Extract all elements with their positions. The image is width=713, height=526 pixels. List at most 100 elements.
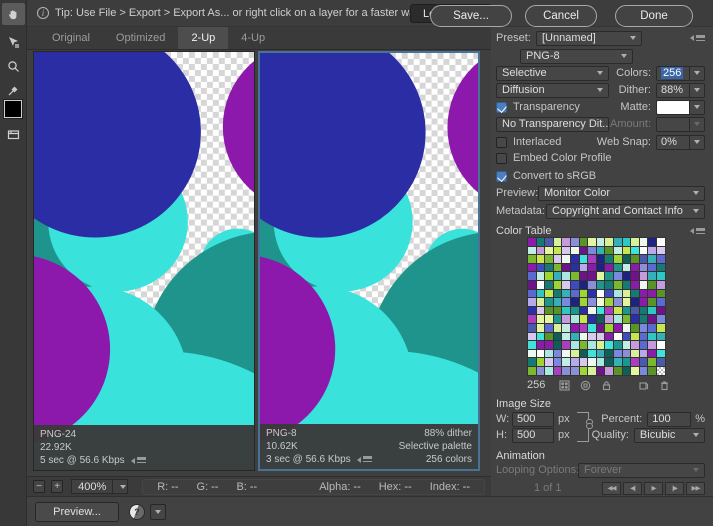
color-swatch[interactable] <box>648 366 656 375</box>
color-swatch[interactable] <box>545 263 553 272</box>
color-swatch[interactable] <box>553 246 562 255</box>
color-swatch[interactable] <box>588 358 596 366</box>
cancel-button[interactable]: Cancel <box>525 5 597 27</box>
color-swatch[interactable] <box>553 332 562 341</box>
color-swatch[interactable] <box>545 289 553 298</box>
color-swatch[interactable] <box>588 280 596 289</box>
color-swatch[interactable] <box>536 306 545 315</box>
color-swatch[interactable] <box>596 289 605 298</box>
color-swatch[interactable] <box>656 238 665 246</box>
color-swatch[interactable] <box>648 272 656 280</box>
download-speed-menu-icon[interactable] <box>356 456 372 463</box>
color-swatch[interactable] <box>579 238 588 246</box>
color-swatch[interactable] <box>588 341 596 349</box>
color-swatch[interactable] <box>605 289 613 298</box>
color-swatch[interactable] <box>536 323 545 332</box>
color-swatch[interactable] <box>648 246 656 255</box>
color-swatch[interactable] <box>553 358 562 366</box>
color-swatch[interactable] <box>631 272 639 280</box>
color-swatch[interactable] <box>579 332 588 341</box>
color-swatch[interactable] <box>570 255 579 263</box>
color-swatch[interactable] <box>579 349 588 358</box>
interlaced-checkbox[interactable] <box>496 136 507 148</box>
color-swatch[interactable] <box>545 358 553 366</box>
color-swatch[interactable] <box>579 280 588 289</box>
color-swatch[interactable] <box>631 341 639 349</box>
transparency-dither-dropdown[interactable]: No Transparency Dit... <box>496 116 609 132</box>
color-swatch[interactable] <box>579 272 588 280</box>
color-swatch[interactable] <box>639 246 648 255</box>
done-button[interactable]: Done <box>615 5 693 27</box>
color-swatch[interactable] <box>656 263 665 272</box>
color-swatch[interactable] <box>656 298 665 306</box>
color-swatch[interactable] <box>605 255 613 263</box>
color-swatch[interactable] <box>545 315 553 323</box>
color-swatch[interactable] <box>596 298 605 306</box>
color-swatch[interactable] <box>656 315 665 323</box>
color-swatch[interactable] <box>613 289 622 298</box>
color-swatch[interactable] <box>631 315 639 323</box>
color-swatch[interactable] <box>613 280 622 289</box>
color-swatch[interactable] <box>579 255 588 263</box>
color-swatch[interactable] <box>536 280 545 289</box>
color-swatch[interactable] <box>613 272 622 280</box>
color-swatch[interactable] <box>596 349 605 358</box>
optimize-menu-icon[interactable] <box>690 34 705 42</box>
zoom-in-button[interactable]: + <box>51 480 64 493</box>
color-swatch[interactable] <box>570 315 579 323</box>
color-swatch[interactable] <box>553 263 562 272</box>
color-swatch[interactable] <box>656 341 665 349</box>
color-swatch[interactable] <box>536 263 545 272</box>
quality-dropdown[interactable]: Bicubic <box>633 427 705 443</box>
convert-srgb-checkbox[interactable] <box>496 170 507 182</box>
color-swatch[interactable] <box>656 272 665 280</box>
color-swatch[interactable] <box>536 246 545 255</box>
color-swatch[interactable] <box>553 255 562 263</box>
color-swatch[interactable] <box>553 366 562 375</box>
color-swatch[interactable] <box>562 280 570 289</box>
color-swatch[interactable] <box>648 289 656 298</box>
color-swatch[interactable] <box>631 358 639 366</box>
browser-select-dropdown[interactable] <box>150 504 166 520</box>
color-swatch[interactable] <box>528 358 536 366</box>
color-swatch[interactable] <box>596 238 605 246</box>
color-swatch[interactable] <box>622 263 631 272</box>
original-pane[interactable]: PNG-24 22.92K 5 sec @ 56.6 Kbps <box>33 51 255 471</box>
first-frame-button[interactable]: ◀◀ <box>602 481 621 495</box>
color-swatch[interactable] <box>639 298 648 306</box>
color-swatch[interactable] <box>631 306 639 315</box>
color-swatch[interactable] <box>570 272 579 280</box>
color-swatch[interactable] <box>545 341 553 349</box>
color-swatch[interactable] <box>562 341 570 349</box>
color-swatch[interactable] <box>631 366 639 375</box>
optimized-pane[interactable]: PNG-8 10.62K 3 sec @ 56.6 Kbps 88% dithe… <box>258 51 480 471</box>
color-swatch[interactable] <box>656 366 665 375</box>
color-swatch[interactable] <box>553 341 562 349</box>
delete-color-icon[interactable] <box>659 380 670 391</box>
color-swatch[interactable] <box>562 306 570 315</box>
color-swatch[interactable] <box>639 349 648 358</box>
color-swatch[interactable] <box>622 358 631 366</box>
color-swatch[interactable] <box>588 366 596 375</box>
color-swatch[interactable] <box>570 263 579 272</box>
color-swatch[interactable] <box>648 306 656 315</box>
percent-field[interactable]: 100 <box>647 411 692 427</box>
color-swatch[interactable] <box>622 315 631 323</box>
color-swatch[interactable] <box>562 349 570 358</box>
color-swatch[interactable] <box>588 246 596 255</box>
last-frame-button[interactable]: ▶▶ <box>686 481 705 495</box>
constrain-proportions-icon[interactable] <box>577 412 593 442</box>
color-swatch[interactable] <box>622 246 631 255</box>
preset-dropdown[interactable]: [Unnamed] <box>536 30 642 46</box>
color-swatch[interactable] <box>648 298 656 306</box>
color-swatch[interactable] <box>545 332 553 341</box>
browser-icon[interactable] <box>129 504 145 520</box>
color-swatch[interactable] <box>536 332 545 341</box>
color-swatch[interactable] <box>605 298 613 306</box>
color-swatch[interactable] <box>570 332 579 341</box>
color-swatch[interactable] <box>631 349 639 358</box>
color-swatch[interactable] <box>562 263 570 272</box>
color-swatch[interactable] <box>545 349 553 358</box>
color-swatch[interactable] <box>605 315 613 323</box>
color-swatch[interactable] <box>622 341 631 349</box>
